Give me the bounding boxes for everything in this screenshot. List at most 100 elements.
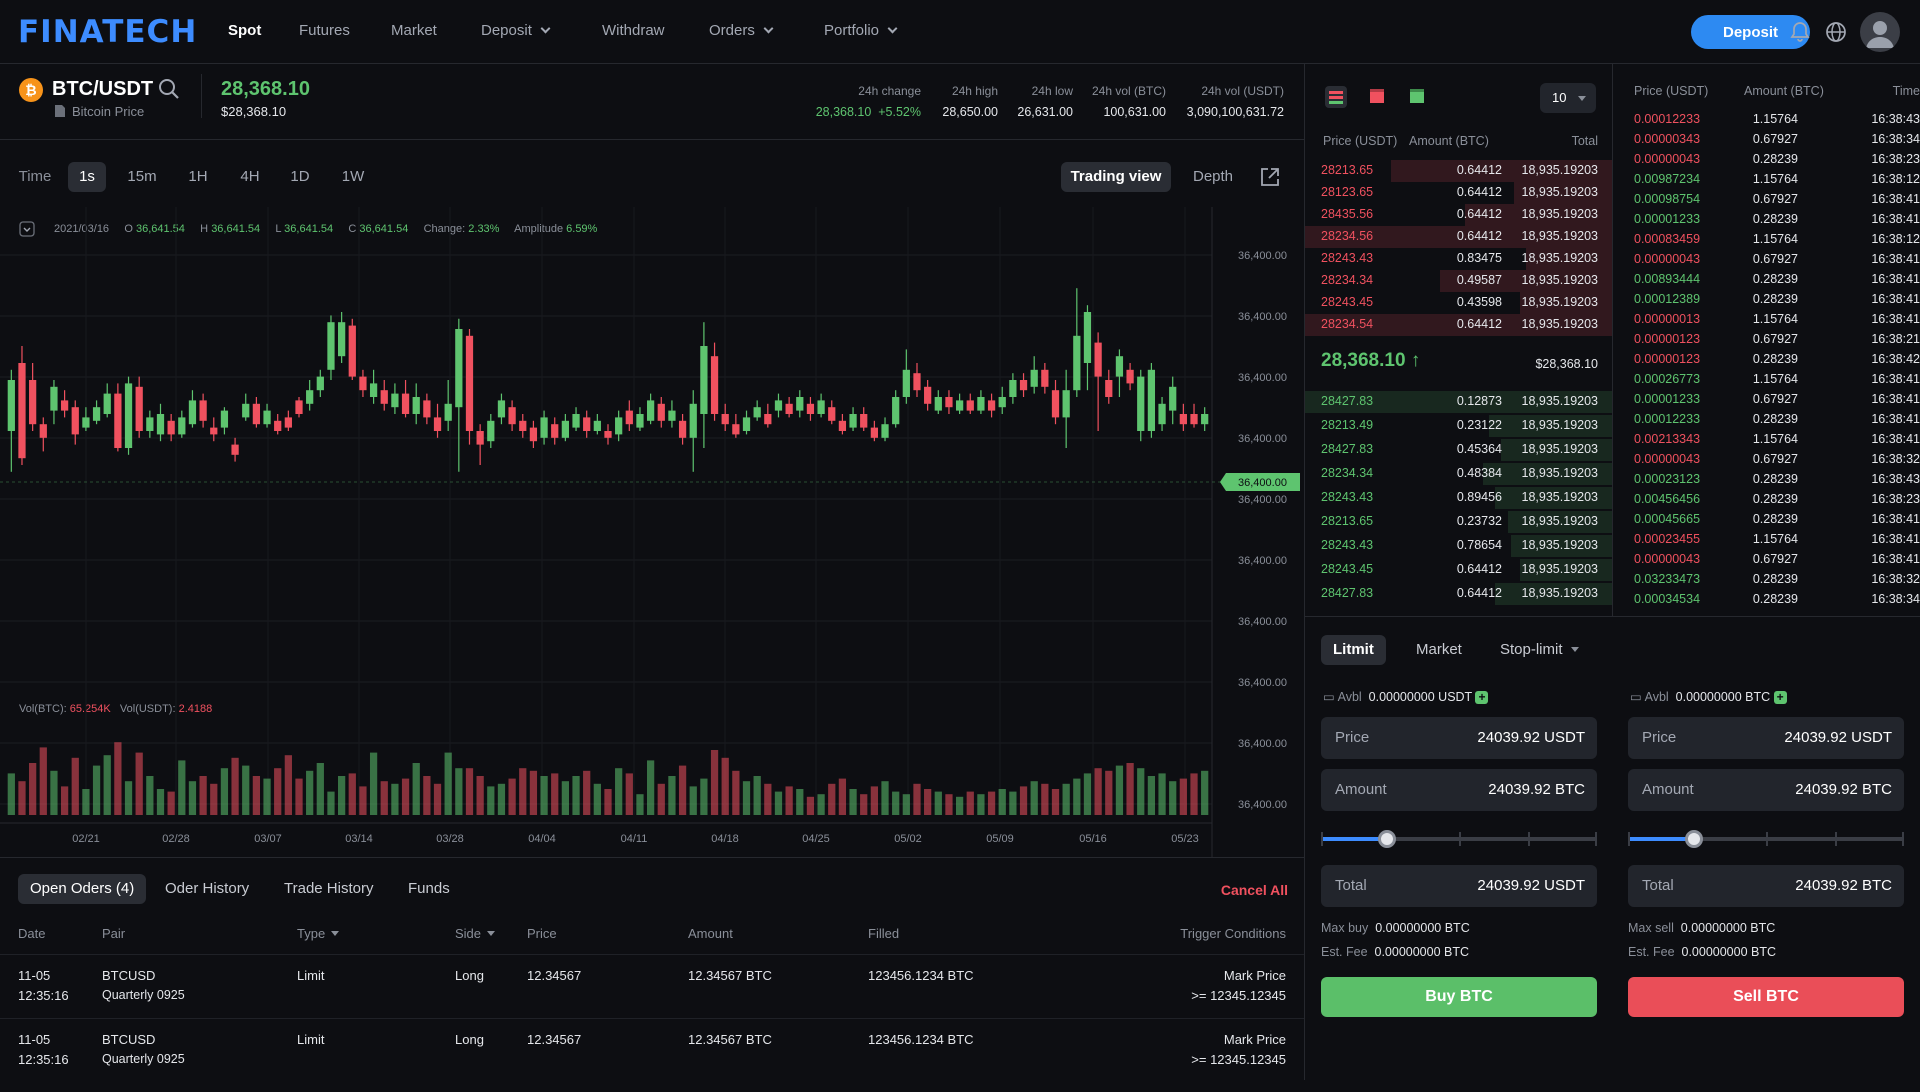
order-trigger: Mark Price	[1223, 968, 1286, 983]
bids-row[interactable]: 28213.65 0.23732 18,935.19203	[1305, 510, 1612, 534]
avatar[interactable]	[1860, 12, 1900, 52]
interval-1h[interactable]: 1H	[178, 162, 218, 192]
bell-icon[interactable]	[1788, 20, 1812, 44]
col-date: Date	[18, 926, 46, 941]
volume-bar	[1105, 770, 1113, 815]
sell-total-field[interactable]: Total 24039.92 BTC	[1628, 865, 1904, 907]
slider-handle[interactable]	[1378, 830, 1397, 848]
bids-row[interactable]: 28427.83 0.64412 18,935.19203	[1305, 582, 1612, 606]
volume-bar	[497, 783, 506, 815]
book-both-icon[interactable]	[1325, 86, 1347, 108]
trading-view-tab[interactable]: Trading view	[1061, 162, 1171, 192]
cancel-all-button[interactable]: Cancel All	[1221, 882, 1288, 898]
asks-row[interactable]: 28243.43 0.83475 18,935.19203	[1305, 247, 1612, 271]
candle-body	[913, 373, 921, 391]
candle-body	[742, 417, 751, 431]
order-type-stop-limit-tab[interactable]: Stop-limit	[1488, 635, 1591, 665]
interval-15m[interactable]: 15m	[118, 162, 166, 192]
nav-market[interactable]: Market	[391, 22, 437, 39]
asks-row[interactable]: 28435.56 0.64412 18,935.19203	[1305, 203, 1612, 227]
interval-4h[interactable]: 4H	[230, 162, 270, 192]
sell-amount-field[interactable]: Amount 24039.92 BTC	[1628, 769, 1904, 811]
buy-total-field[interactable]: Total 24039.92 USDT	[1321, 865, 1597, 907]
candle-body	[231, 444, 239, 455]
depth-select[interactable]: 10	[1540, 83, 1596, 113]
volume-bar	[50, 770, 58, 815]
volume-bar	[114, 742, 122, 815]
volume-bar	[210, 783, 218, 815]
bids-amount: 0.23122	[1456, 418, 1502, 432]
slider-handle[interactable]	[1685, 830, 1704, 848]
candle-body	[615, 417, 623, 435]
pair-symbol[interactable]: BTC/USDT	[52, 78, 153, 101]
bids-row[interactable]: 28243.45 0.64412 18,935.19203	[1305, 558, 1612, 582]
book-bids-icon[interactable]	[1407, 86, 1427, 106]
candle-body	[529, 427, 538, 442]
volume-bar	[892, 791, 900, 815]
plus-icon[interactable]: +	[1773, 691, 1787, 704]
buy-price-field[interactable]: Price 24039.92 USDT	[1321, 717, 1597, 759]
asks-row[interactable]: 28123.65 0.64412 18,935.19203	[1305, 181, 1612, 205]
slider-tick	[1628, 832, 1630, 846]
asks-row[interactable]: 28234.54 0.64412 18,935.19203	[1305, 313, 1612, 337]
bids-row[interactable]: 28243.43 0.89456 18,935.19203	[1305, 486, 1612, 510]
nav-deposit[interactable]: Deposit	[481, 22, 551, 39]
search-icon[interactable]	[158, 78, 180, 100]
buy-btc-button[interactable]: Buy BTC	[1321, 977, 1597, 1017]
trade-row: 0.00000043 0.67927 16:38:41	[1613, 550, 1920, 570]
bids-row[interactable]: 28243.43 0.78654 18,935.19203	[1305, 534, 1612, 558]
globe-icon[interactable]	[1824, 20, 1848, 44]
candle-body	[423, 400, 431, 418]
order-type-limit-tab[interactable]: Litmit	[1321, 635, 1386, 665]
buy-amount-field[interactable]: Amount 24039.92 BTC	[1321, 769, 1597, 811]
bids-total: 18,935.19203	[1521, 394, 1598, 408]
interval-1d[interactable]: 1D	[280, 162, 320, 192]
book-asks-icon[interactable]	[1367, 86, 1387, 106]
trade-amount: 0.28239	[1752, 152, 1798, 166]
depth-tab[interactable]: Depth	[1182, 162, 1244, 192]
mid-price-value: 28,368.10	[1321, 350, 1406, 371]
expand-icon[interactable]	[1259, 166, 1281, 188]
bids-row[interactable]: 28234.34 0.48384 18,935.19203	[1305, 462, 1612, 486]
buy-amount-slider[interactable]	[1321, 829, 1597, 849]
sell-btc-button[interactable]: Sell BTC	[1628, 977, 1904, 1017]
candlestick-chart[interactable]: 36,400.00 36,400.00 36,400.00 36,400.00 36,4…	[0, 207, 1304, 857]
col-side[interactable]: Side	[455, 926, 496, 941]
interval-1w[interactable]: 1W	[332, 162, 374, 192]
nav-spot[interactable]: Spot	[228, 22, 261, 39]
volume-bar	[1179, 778, 1187, 815]
table-row[interactable]: 11-05 12:35:16 BTCUSD Quarterly 0925 Limit Lo…	[0, 968, 1304, 1028]
trades-header-price: Price (USDT)	[1634, 84, 1709, 98]
tab-open-orders[interactable]: Open Oders (4)	[18, 874, 147, 904]
trade-time: 16:38:41	[1871, 212, 1920, 226]
tab-order-history[interactable]: Oder History	[153, 874, 261, 904]
nav-withdraw[interactable]: Withdraw	[602, 22, 665, 39]
nav-portfolio[interactable]: Portfolio	[824, 22, 898, 39]
asks-row[interactable]: 28234.56 0.64412 18,935.19203	[1305, 225, 1612, 249]
nav-orders[interactable]: Orders	[709, 22, 774, 39]
asks-row[interactable]: 28243.45 0.43598 18,935.19203	[1305, 291, 1612, 315]
bids-row[interactable]: 28213.49 0.23122 18,935.19203	[1305, 414, 1612, 438]
svg-text:₿: ₿	[25, 83, 36, 99]
nav-futures[interactable]: Futures	[299, 22, 350, 39]
volume-bar	[508, 778, 516, 815]
brand-logo[interactable]: FINATECH	[18, 14, 197, 50]
candle-body	[604, 431, 612, 438]
col-type[interactable]: Type	[297, 926, 340, 941]
table-row[interactable]: 11-05 12:35:16 BTCUSD Quarterly 0925 Limit Lo…	[0, 1032, 1304, 1092]
sell-avbl-label: Avbl	[1644, 690, 1669, 704]
tab-trade-history[interactable]: Trade History	[272, 874, 385, 904]
volume-bar	[338, 776, 346, 815]
sell-amount-slider[interactable]	[1628, 829, 1904, 849]
asks-row[interactable]: 28234.34 0.49587 18,935.19203	[1305, 269, 1612, 293]
plus-icon[interactable]: +	[1475, 691, 1489, 704]
bids-row[interactable]: 28427.83 0.45364 18,935.19203	[1305, 438, 1612, 462]
order-type-market-tab[interactable]: Market	[1404, 635, 1474, 665]
asks-row[interactable]: 28213.65 0.64412 18,935.19203	[1305, 159, 1612, 183]
sell-price-field[interactable]: Price 24039.92 USDT	[1628, 717, 1904, 759]
tab-funds[interactable]: Funds	[396, 874, 462, 904]
bids-row[interactable]: 28427.83 0.12873 18,935.19203	[1305, 390, 1612, 414]
candle-body	[1083, 312, 1092, 363]
trade-row: 0.00001233 0.67927 16:38:41	[1613, 390, 1920, 410]
interval-1s[interactable]: 1s	[68, 162, 106, 192]
